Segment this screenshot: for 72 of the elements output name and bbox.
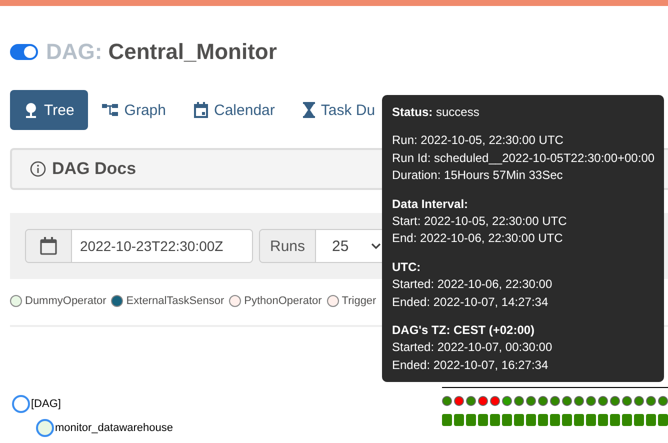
tooltip-line: Run: 2022-10-05, 22:30:00 UTC xyxy=(392,133,564,148)
view-tab[interactable]: Tree xyxy=(10,90,88,130)
tree-icon xyxy=(24,102,38,118)
dag-run-circle[interactable] xyxy=(562,396,572,406)
tooltip-heading: UTC: xyxy=(392,260,422,274)
task-instance-square[interactable] xyxy=(502,414,512,426)
tooltip-heading: DAG's TZ: CEST (+02:00) xyxy=(392,322,536,338)
tree-node[interactable] xyxy=(36,419,54,437)
node-label: monitor_datawarehouse xyxy=(55,422,174,434)
task-instance-square[interactable] xyxy=(634,414,644,426)
graph-icon xyxy=(102,103,118,117)
tooltip-line: Duration: 15Hours 57Min 33Sec xyxy=(392,168,564,183)
dag-run-circle[interactable] xyxy=(586,396,596,406)
info-icon xyxy=(30,161,46,177)
dag-run-circle[interactable] xyxy=(514,396,524,406)
task-instance-square[interactable] xyxy=(586,414,596,426)
dag-run-circle[interactable] xyxy=(658,396,668,406)
view-tab[interactable]: Graph xyxy=(88,90,180,130)
legend-label: Trigger xyxy=(342,295,376,307)
legend-label: PythonOperator xyxy=(244,295,322,307)
tooltip-line: Started: 2022-10-06, 22:30:00 xyxy=(392,277,554,292)
task-instance-square[interactable] xyxy=(490,414,500,426)
task-instance-square[interactable] xyxy=(466,414,476,426)
tree-node[interactable] xyxy=(12,395,30,413)
tooltip-line: Ended: 2022-10-07, 14:27:34 xyxy=(392,294,550,309)
dag-run-circle[interactable] xyxy=(442,396,452,406)
task-instance-square[interactable] xyxy=(478,414,488,426)
legend-label: ExternalTaskSensor xyxy=(126,295,224,307)
hourglass-icon xyxy=(302,102,315,118)
dag-run-circle[interactable] xyxy=(538,396,548,406)
task-instance-square[interactable] xyxy=(454,414,464,426)
calendar-icon xyxy=(194,102,208,118)
dag-title: Central_Monitor xyxy=(108,39,277,65)
dag-run-circle[interactable] xyxy=(574,396,584,406)
task-instance-square[interactable] xyxy=(550,414,560,426)
task-instance-square[interactable] xyxy=(646,414,656,426)
tooltip-line: Run Id: scheduled__2022-10-05T22:30:00+00:00 xyxy=(392,150,654,166)
task-instance-square[interactable] xyxy=(658,414,668,426)
task-instance-square[interactable] xyxy=(442,414,452,426)
legend-label: DummyOperator xyxy=(25,295,106,307)
task-instance-square[interactable] xyxy=(562,414,572,426)
view-tab[interactable]: Task Du xyxy=(288,90,390,130)
dag-run-circle[interactable] xyxy=(646,396,656,406)
tooltip-line: Ended: 2022-10-07, 16:27:34 xyxy=(392,358,550,372)
dag-run-circle[interactable] xyxy=(598,396,608,406)
pause-toggle[interactable] xyxy=(10,44,38,60)
dag-run-circle[interactable] xyxy=(478,396,488,406)
task-instance-square[interactable] xyxy=(526,414,536,426)
dag-run-circle[interactable] xyxy=(502,396,512,406)
dag-run-circle[interactable] xyxy=(550,396,560,406)
dag-run-circle[interactable] xyxy=(622,396,632,406)
task-instance-square[interactable] xyxy=(514,414,524,426)
dag-run-circle[interactable] xyxy=(490,396,500,406)
dag-run-circle[interactable] xyxy=(454,396,464,406)
dag-run-circle[interactable] xyxy=(466,396,476,406)
dag-run-circle[interactable] xyxy=(526,396,536,406)
tooltip-line: Started: 2022-10-07, 00:30:00 xyxy=(392,340,554,355)
tooltip-line: Status: success xyxy=(392,105,480,120)
view-tab[interactable]: Calendar xyxy=(180,90,289,130)
dag-run-circle[interactable] xyxy=(634,396,644,406)
task-instance-square[interactable] xyxy=(610,414,620,426)
dag-run-circle[interactable] xyxy=(610,396,620,406)
tooltip-line: End: 2022-10-06, 22:30:00 UTC xyxy=(392,231,564,246)
task-instance-square[interactable] xyxy=(574,414,584,426)
task-instance-square[interactable] xyxy=(622,414,632,426)
docs-title: DAG Docs xyxy=(52,159,136,179)
dag-label: DAG: xyxy=(46,39,102,65)
task-instance-square[interactable] xyxy=(538,414,548,426)
tooltip-heading: Data Interval: xyxy=(392,196,470,211)
node-label: [DAG] xyxy=(31,398,61,410)
task-instance-square[interactable] xyxy=(598,414,608,426)
tooltip-line: Start: 2022-10-05, 22:30:00 UTC xyxy=(392,214,568,228)
